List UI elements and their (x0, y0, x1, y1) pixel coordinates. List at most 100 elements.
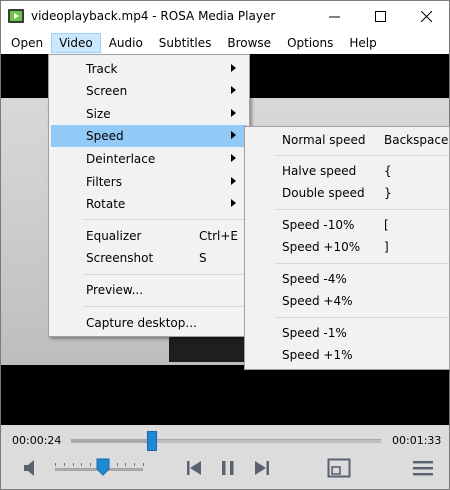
menu-separator (83, 306, 247, 307)
speed-menu-item-double[interactable]: Double speed } (247, 182, 449, 204)
menu-options[interactable]: Options (279, 33, 341, 53)
maximize-icon (374, 11, 386, 22)
video-menu-item-equalizer[interactable]: Equalizer Ctrl+E (51, 225, 247, 247)
menu-item-label: Speed (86, 129, 124, 143)
menu-item-label: Filters (86, 175, 122, 189)
menu-item-label: Screen (86, 84, 128, 98)
video-menu-item-deinterlace[interactable]: Deinterlace (51, 148, 247, 170)
menu-item-shortcut: Backspace (384, 133, 449, 147)
volume-tick (64, 463, 65, 466)
fullscreen-icon[interactable] (327, 458, 351, 478)
speed-menu-item-normal[interactable]: Normal speed Backspace (247, 129, 449, 151)
video-menu-item-filters[interactable]: Filters (51, 171, 247, 193)
player-window: videoplayback.mp4 - ROSA Media Player Op… (0, 0, 450, 490)
playback-controls: 00:00:24 00:01:33 (1, 425, 449, 489)
speed-menu-item-halve[interactable]: Halve speed { (247, 160, 449, 182)
volume-tick (81, 463, 82, 466)
menu-separator (275, 317, 449, 318)
menu-icon[interactable] (412, 459, 434, 477)
minimize-icon (328, 16, 340, 18)
menu-item-label: Normal speed (282, 133, 366, 147)
menu-item-shortcut: Ctrl+E (199, 229, 238, 243)
volume-tick (90, 463, 91, 466)
video-menu-item-screen[interactable]: Screen (51, 80, 247, 102)
submenu-arrow-icon (231, 131, 236, 139)
next-icon[interactable] (253, 459, 271, 477)
speed-menu-item-minus-1[interactable]: Speed -1% (247, 322, 449, 344)
submenu-arrow-icon (231, 177, 236, 185)
menu-separator (275, 155, 449, 156)
menu-subtitles[interactable]: Subtitles (151, 33, 220, 53)
speed-menu-item-minus-10[interactable]: Speed -10% [ (247, 214, 449, 236)
video-menu-item-speed[interactable]: Speed (51, 125, 247, 147)
window-title: videoplayback.mp4 - ROSA Media Player (31, 9, 276, 23)
video-menu-item-screenshot[interactable]: Screenshot S (51, 247, 247, 269)
volume-tick (73, 463, 74, 466)
menu-item-label: Preview... (86, 283, 144, 297)
menu-item-label: Track (86, 62, 118, 76)
volume-handle[interactable] (96, 458, 110, 476)
minimize-button[interactable] (311, 1, 357, 32)
menu-item-label: Double speed (282, 186, 365, 200)
menu-item-shortcut: } (384, 186, 392, 200)
menu-audio[interactable]: Audio (101, 33, 151, 53)
video-menu-item-preview[interactable]: Preview... (51, 279, 247, 301)
menu-separator (83, 219, 247, 220)
menu-item-label: Speed -4% (282, 272, 347, 286)
menu-open[interactable]: Open (3, 33, 51, 53)
submenu-arrow-icon (231, 199, 236, 207)
submenu-arrow-icon (231, 154, 236, 162)
volume-tick (134, 463, 135, 466)
menu-help[interactable]: Help (341, 33, 384, 53)
video-menu-item-capture-desktop[interactable]: Capture desktop... (51, 312, 247, 334)
menu-item-shortcut: ] (384, 240, 389, 254)
speed-menu-item-plus-10[interactable]: Speed +10% ] (247, 236, 449, 258)
speed-menu-item-minus-4[interactable]: Speed -4% (247, 268, 449, 290)
speaker-icon[interactable] (21, 458, 41, 478)
menu-item-label: Screenshot (86, 251, 154, 265)
close-button[interactable] (403, 1, 449, 32)
submenu-arrow-icon (231, 86, 236, 94)
close-icon (420, 11, 432, 22)
submenu-arrow-icon (231, 109, 236, 117)
total-duration: 00:01:33 (392, 434, 442, 447)
menu-item-label: Capture desktop... (86, 316, 197, 330)
volume-tick (117, 463, 118, 466)
volume-tick (125, 463, 126, 466)
video-menu: Track Screen Size Speed Deinterlace Filt… (48, 54, 250, 337)
menu-item-label: Speed +1% (282, 348, 353, 362)
elapsed-time: 00:00:24 (12, 434, 62, 447)
menu-separator (83, 274, 247, 275)
submenu-arrow-icon (231, 64, 236, 72)
menu-item-label: Halve speed (282, 164, 357, 178)
menu-item-label: Equalizer (86, 229, 142, 243)
maximize-button[interactable] (357, 1, 403, 32)
pause-icon[interactable] (219, 459, 237, 477)
seek-handle[interactable] (147, 431, 157, 451)
volume-tick (143, 463, 144, 466)
app-icon (8, 9, 24, 23)
menu-item-label: Deinterlace (86, 152, 156, 166)
seek-bar[interactable] (71, 431, 381, 451)
menu-browse[interactable]: Browse (219, 33, 279, 53)
menu-separator (275, 263, 449, 264)
volume-slider[interactable] (55, 456, 144, 480)
title-bar: videoplayback.mp4 - ROSA Media Player (1, 1, 449, 32)
menu-item-label: Speed +10% (282, 240, 361, 254)
menu-item-shortcut: [ (384, 218, 389, 232)
menu-bar: Open Video Audio Subtitles Browse Option… (1, 32, 449, 54)
video-menu-item-track[interactable]: Track (51, 58, 247, 80)
video-menu-item-size[interactable]: Size (51, 103, 247, 125)
speed-submenu: Normal speed Backspace Halve speed { Dou… (244, 126, 450, 370)
menu-item-label: Size (86, 107, 111, 121)
menu-item-label: Speed -1% (282, 326, 347, 340)
menu-item-label: Speed -10% (282, 218, 355, 232)
speed-menu-item-plus-4[interactable]: Speed +4% (247, 290, 449, 312)
menu-video[interactable]: Video (51, 33, 101, 53)
seek-bar-progress (71, 440, 147, 443)
menu-item-shortcut: S (199, 251, 207, 265)
menu-item-label: Speed +4% (282, 294, 353, 308)
speed-menu-item-plus-1[interactable]: Speed +1% (247, 344, 449, 366)
video-menu-item-rotate[interactable]: Rotate (51, 193, 247, 215)
previous-icon[interactable] (185, 459, 203, 477)
